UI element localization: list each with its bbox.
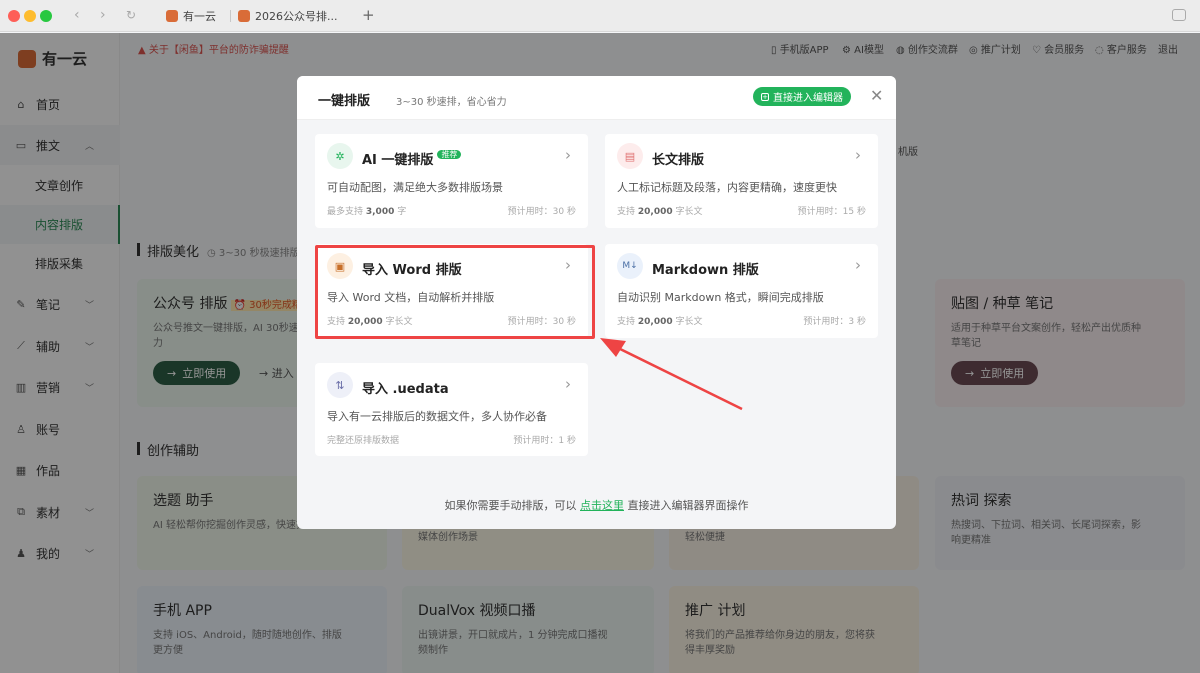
plus-square-icon: + — [761, 92, 769, 101]
window-titlebar: ‹ › ↻ 有一云 2026公众号排... + — [0, 0, 1200, 32]
chevron-right-icon: › — [565, 375, 571, 393]
modal-title: 一键排版 — [318, 94, 371, 109]
tab-home[interactable]: 有一云 — [166, 6, 216, 26]
back-icon[interactable]: ‹ — [74, 7, 80, 23]
new-tab-button[interactable]: + — [362, 6, 375, 24]
option-import-word[interactable]: ▣ 导入 Word 排版 › 导入 Word 文档，自动解析并排版 支持 20,… — [315, 244, 588, 338]
manual-layout-link[interactable]: 点击这里 — [580, 499, 624, 512]
option-markdown[interactable]: M↓ Markdown 排版 › 自动识别 Markdown 格式，瞬间完成排版… — [605, 244, 878, 338]
reload-icon[interactable]: ↻ — [126, 8, 136, 22]
chevron-right-icon: › — [565, 256, 571, 274]
modal-footer: 如果你需要手动排版，可以 点击这里 直接进入编辑器界面操作 — [444, 499, 749, 512]
document-list-icon: ▤ — [617, 143, 643, 169]
magic-wand-icon: ✲ — [327, 143, 353, 169]
layout-modal: 一键排版 3~30 秒速排，省心省力 + 直接进入编辑器 ✕ ✲ AI 一键排版推… — [297, 76, 896, 529]
modal-header: 一键排版 3~30 秒速排，省心省力 + 直接进入编辑器 ✕ — [297, 76, 896, 120]
open-editor-button[interactable]: + 直接进入编辑器 — [753, 87, 851, 106]
maximize-window-button[interactable] — [40, 10, 52, 22]
option-ai-layout[interactable]: ✲ AI 一键排版 推荐 › 可自动配图，满足绝大多数排版场景 最多支持 3,00… — [315, 134, 588, 228]
chevron-right-icon: › — [565, 146, 571, 164]
recommend-tag: 推荐 — [437, 150, 462, 159]
close-window-button[interactable] — [8, 10, 20, 22]
close-icon[interactable]: ✕ — [870, 86, 883, 105]
option-import-uedata[interactable]: ⇅ 导入 .uedata › 导入有一云排版后的数据文件，多人协作必备 完整还原… — [315, 363, 588, 456]
chevron-right-icon: › — [855, 256, 861, 274]
chevron-right-icon: › — [855, 146, 861, 164]
minimize-window-button[interactable] — [24, 10, 36, 22]
word-file-icon: ▣ — [327, 253, 353, 279]
tab-article[interactable]: 2026公众号排... — [238, 6, 337, 26]
modal-subtitle: 3~30 秒速排，省心省力 — [396, 97, 507, 108]
window-layout-icon[interactable] — [1172, 9, 1186, 21]
forward-icon[interactable]: › — [100, 7, 106, 23]
data-file-icon: ⇅ — [327, 372, 353, 398]
markdown-icon: M↓ — [617, 253, 643, 279]
app-logo-icon — [166, 10, 178, 22]
app-logo-icon — [238, 10, 250, 22]
option-long-article[interactable]: ▤ 长文排版 › 人工标记标题及段落，内容更精确，速度更快 支持 20,000 … — [605, 134, 878, 228]
